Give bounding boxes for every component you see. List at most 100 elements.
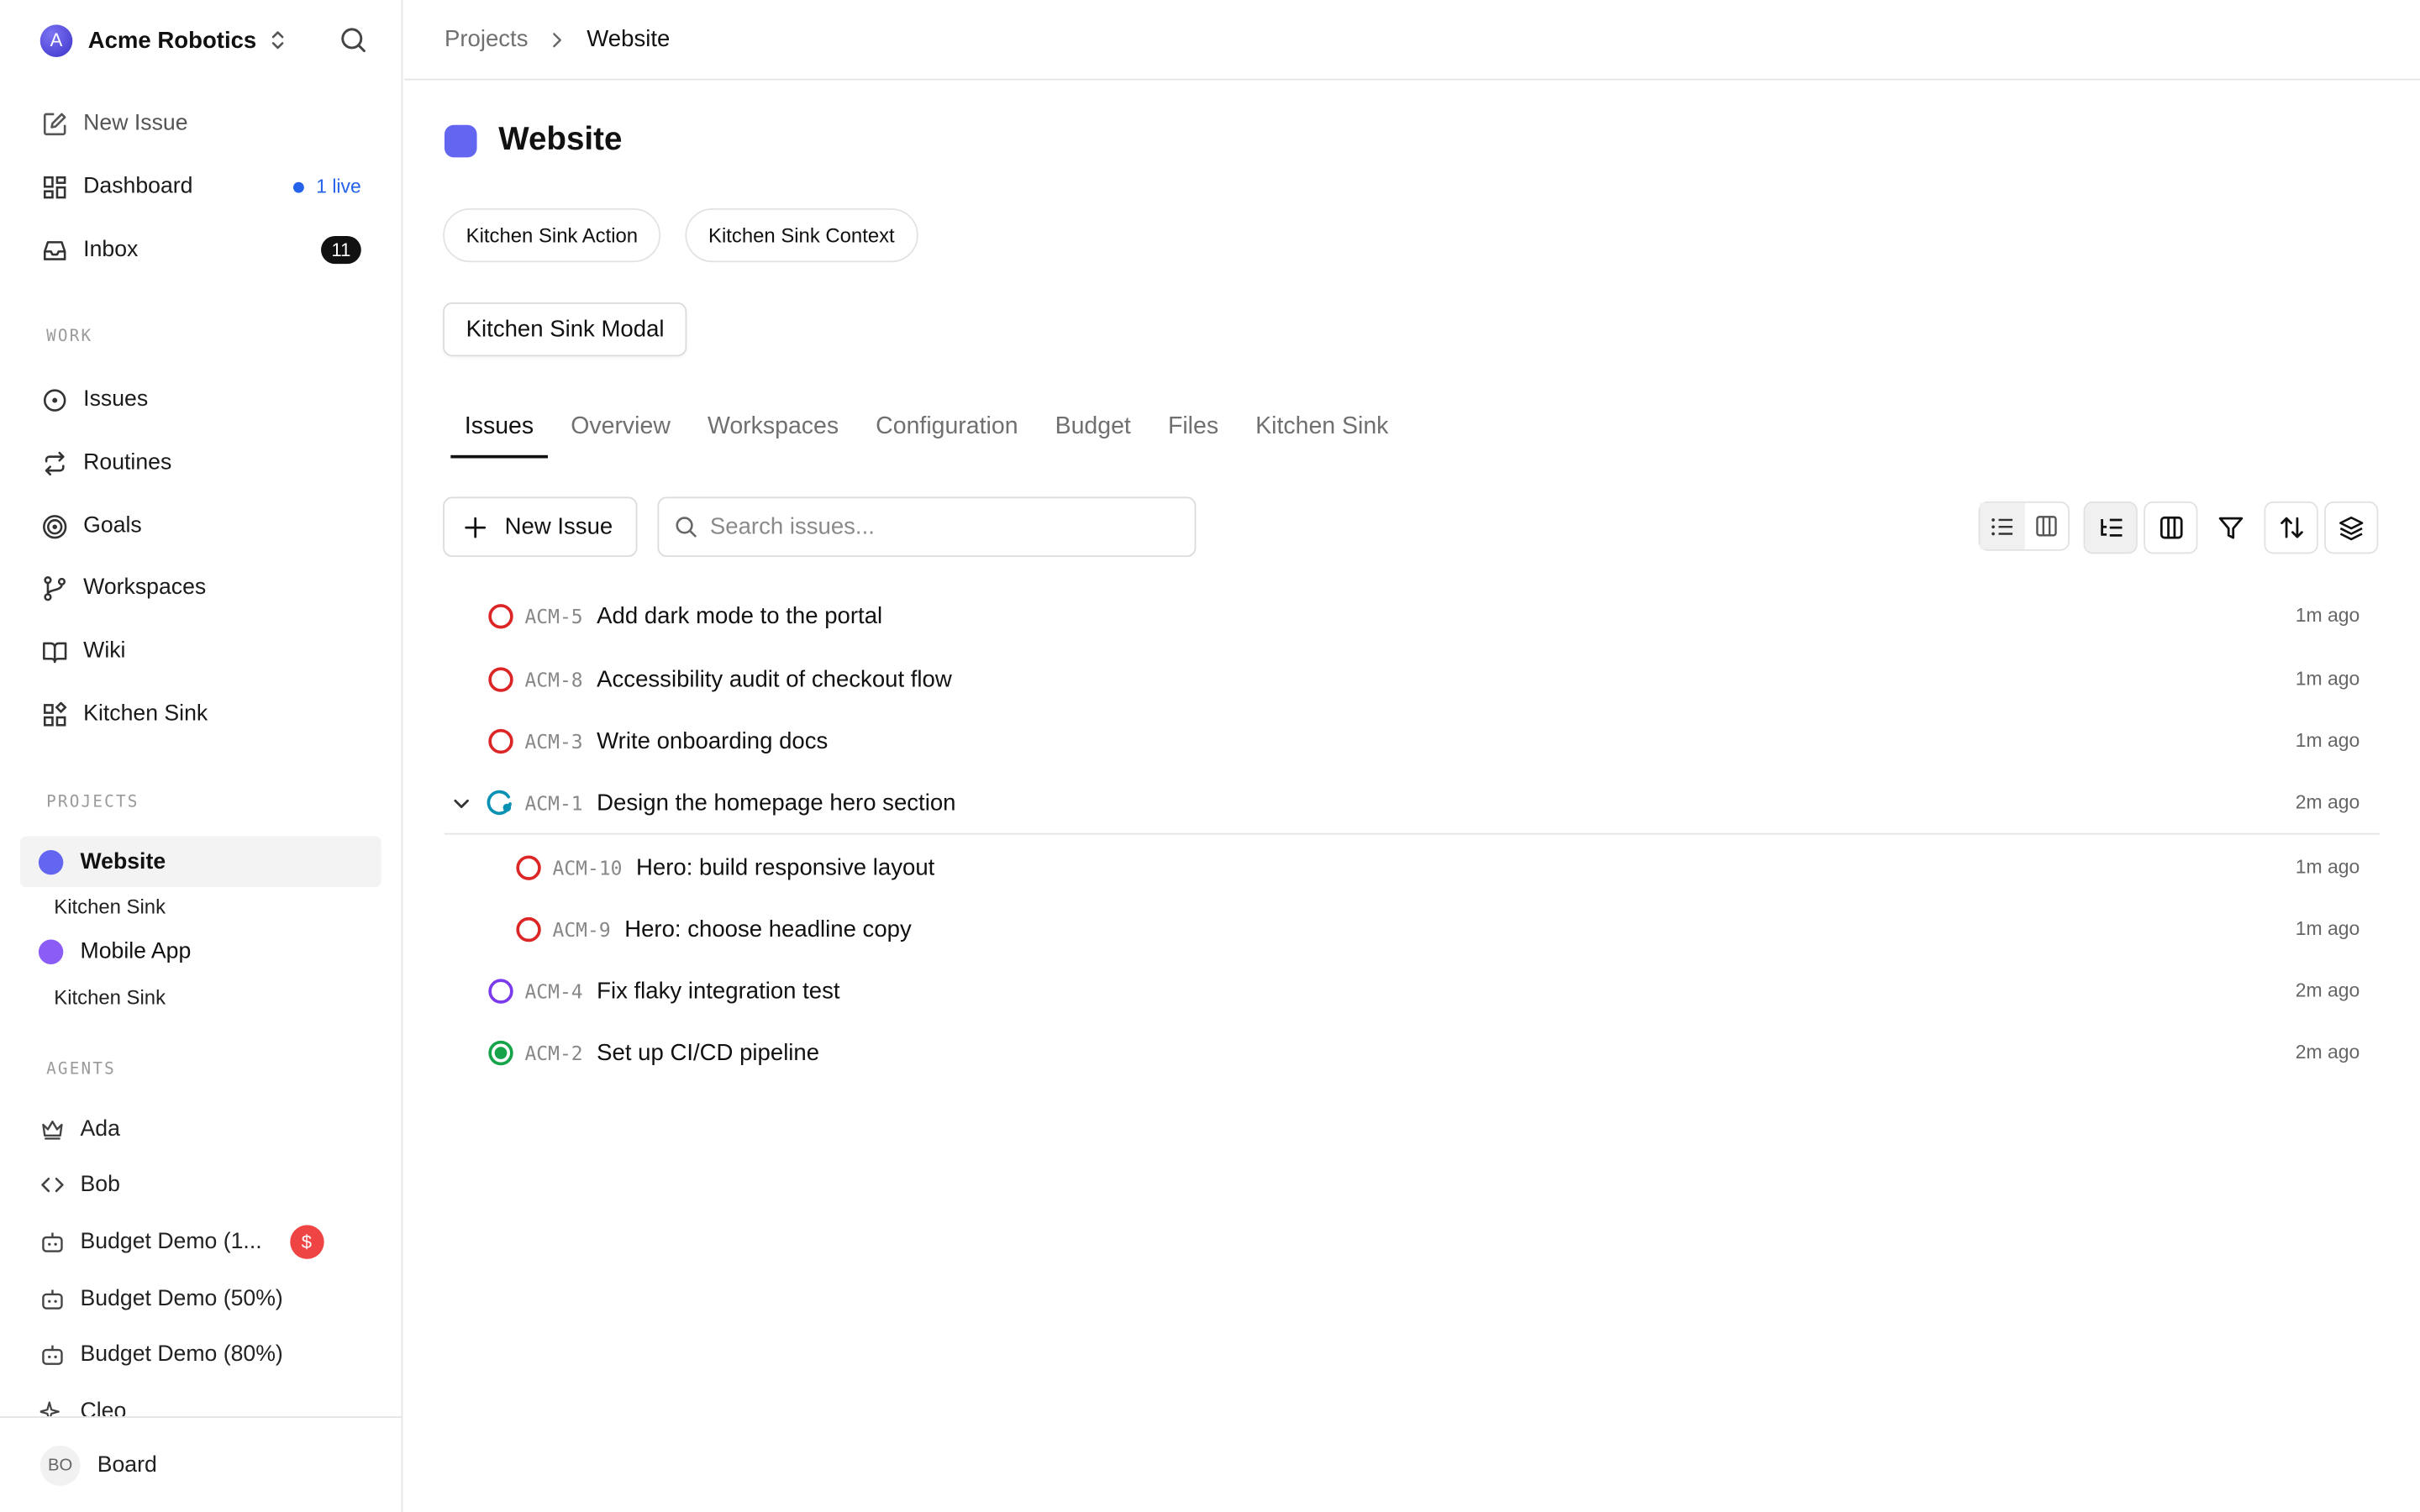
tab-budget[interactable]: Budget — [1041, 404, 1144, 458]
issues-label: Issues — [83, 387, 149, 412]
issue-key: ACM-2 — [524, 1040, 583, 1064]
project-name: Mobile App — [80, 938, 192, 964]
columns-button[interactable] — [2144, 501, 2198, 554]
new-issue-button-label: New Issue — [504, 513, 613, 540]
project-name: Website — [80, 849, 166, 874]
live-label: 1 live — [316, 176, 361, 198]
tab-kitchen-sink[interactable]: Kitchen Sink — [1242, 404, 1402, 458]
inbox-label: Inbox — [83, 237, 139, 263]
agent-ada[interactable]: Ada — [40, 1110, 372, 1147]
new-issue-nav[interactable]: New Issue — [40, 102, 372, 144]
sidebar-subitem-kitchen-sink[interactable]: Kitchen Sink — [54, 986, 166, 1010]
new-issue-button[interactable]: New Issue — [443, 496, 638, 558]
kitchen-sink-context-button[interactable]: Kitchen Sink Context — [685, 207, 918, 263]
tab-overview[interactable]: Overview — [557, 404, 685, 458]
status-done-icon[interactable] — [487, 1038, 514, 1066]
sort-icon — [2280, 517, 2302, 538]
inbox-count-badge: 11 — [321, 236, 361, 265]
target-icon — [40, 512, 68, 540]
org-name: Acme Robotics — [87, 27, 257, 54]
sidebar-subitem-kitchen-sink[interactable]: Kitchen Sink — [54, 895, 166, 918]
status-todo-icon[interactable] — [514, 853, 542, 881]
status-todo-icon[interactable] — [487, 727, 514, 754]
issue-title: Hero: choose headline copy — [624, 916, 912, 942]
kitchen-sink-label: Kitchen Sink — [83, 701, 208, 727]
list-view-button[interactable] — [1980, 502, 2024, 549]
org-switcher[interactable]: A Acme Robotics — [39, 24, 372, 57]
kitchen-sink-modal-button[interactable]: Kitchen Sink Modal — [443, 302, 688, 357]
board-view-button[interactable] — [2024, 503, 2068, 549]
new-issue-label: New Issue — [83, 111, 188, 136]
issue-row-acm-4[interactable]: ACM-4 Fix flaky integration test 2m ago — [445, 959, 2380, 1021]
issue-row-acm-8[interactable]: ACM-8 Accessibility audit of checkout fl… — [445, 648, 2380, 709]
tab-issues[interactable]: Issues — [450, 404, 548, 459]
status-todo-icon[interactable] — [487, 665, 514, 693]
breadcrumb-projects-link[interactable]: Projects — [445, 26, 529, 52]
sidebar-item-routines[interactable]: Routines — [40, 441, 372, 484]
repeat-icon — [40, 449, 68, 476]
group-button[interactable] — [2324, 501, 2379, 554]
status-in-progress-icon[interactable] — [487, 789, 514, 816]
search-input[interactable] — [709, 513, 1173, 540]
tab-workspaces[interactable]: Workspaces — [693, 404, 852, 458]
org-logo: A — [39, 24, 73, 57]
tab-configuration[interactable]: Configuration — [862, 404, 1032, 458]
sidebar-item-kitchen-sink[interactable]: Kitchen Sink — [40, 693, 372, 736]
status-backlog-icon[interactable] — [487, 977, 514, 1005]
issue-time: 2m ago — [2295, 791, 2360, 813]
tab-files[interactable]: Files — [1154, 404, 1232, 458]
issue-time: 2m ago — [2295, 1041, 2360, 1063]
kitchen-sink-action-button[interactable]: Kitchen Sink Action — [443, 207, 661, 263]
agent-budget-demo-1[interactable]: Budget Demo (1... $ — [40, 1224, 372, 1261]
workspaces-label: Workspaces — [83, 575, 207, 601]
agent-budget-demo-80[interactable]: Budget Demo (80%) — [40, 1336, 372, 1373]
filter-button[interactable] — [2203, 501, 2259, 554]
sort-button[interactable] — [2264, 501, 2318, 554]
status-todo-icon[interactable] — [514, 915, 542, 942]
page-title: Website — [498, 122, 623, 158]
code-icon — [40, 1173, 65, 1197]
issue-row-acm-10[interactable]: ACM-10 Hero: build responsive layout 1m … — [445, 836, 2380, 897]
agent-budget-demo-50[interactable]: Budget Demo (50%) — [40, 1280, 372, 1317]
agent-name: Bob — [80, 1172, 120, 1198]
issue-row-acm-2[interactable]: ACM-2 Set up CI/CD pipeline 2m ago — [445, 1021, 2380, 1083]
user-footer[interactable]: BO Board — [0, 1416, 402, 1512]
inbox-icon — [40, 236, 68, 264]
search-icon[interactable] — [338, 24, 369, 55]
issue-time: 1m ago — [2295, 917, 2360, 940]
issue-row-acm-9[interactable]: ACM-9 Hero: choose headline copy 1m ago — [445, 898, 2380, 959]
projects-section-label: PROJECTS — [46, 793, 139, 812]
issue-title: Add dark mode to the portal — [597, 602, 883, 629]
crown-icon — [40, 1117, 65, 1142]
bot-icon — [40, 1342, 65, 1367]
issue-title: Set up CI/CD pipeline — [597, 1039, 820, 1066]
plus-icon — [465, 516, 487, 538]
sidebar-project-mobile-app[interactable]: Mobile App — [20, 926, 381, 977]
issue-row-acm-3[interactable]: ACM-3 Write onboarding docs 1m ago — [445, 710, 2380, 771]
agent-name: Ada — [80, 1116, 120, 1142]
dashboard-label: Dashboard — [83, 174, 193, 199]
issue-row-acm-5[interactable]: ACM-5 Add dark mode to the portal 1m ago — [445, 585, 2380, 646]
agent-bob[interactable]: Bob — [40, 1167, 372, 1204]
user-name: Board — [97, 1452, 157, 1478]
divider — [444, 832, 2381, 835]
sidebar-item-inbox[interactable]: Inbox 11 — [40, 228, 372, 271]
layers-icon — [2339, 516, 2364, 540]
live-indicator: 1 live — [292, 176, 361, 198]
sidebar-item-wiki[interactable]: Wiki — [40, 629, 372, 672]
sidebar-item-goals[interactable]: Goals — [40, 505, 372, 548]
agent-name: Budget Demo (80%) — [80, 1341, 283, 1368]
avatar: BO — [39, 1445, 81, 1485]
book-icon — [40, 638, 68, 665]
sidebar-item-workspaces[interactable]: Workspaces — [40, 566, 372, 609]
sidebar-item-dashboard[interactable]: Dashboard 1 live — [40, 165, 372, 208]
sidebar-item-issues[interactable]: Issues — [40, 378, 372, 421]
nested-view-button[interactable] — [2083, 501, 2138, 554]
agents-section-label: AGENTS — [46, 1059, 117, 1079]
status-todo-icon[interactable] — [487, 601, 514, 629]
issue-key: ACM-5 — [524, 604, 583, 627]
sidebar-project-website[interactable]: Website — [19, 836, 381, 888]
project-color-dot — [38, 938, 64, 964]
issue-row-acm-1[interactable]: ACM-1 Design the homepage hero section 2… — [445, 771, 2380, 832]
issue-title: Write onboarding docs — [597, 727, 829, 754]
